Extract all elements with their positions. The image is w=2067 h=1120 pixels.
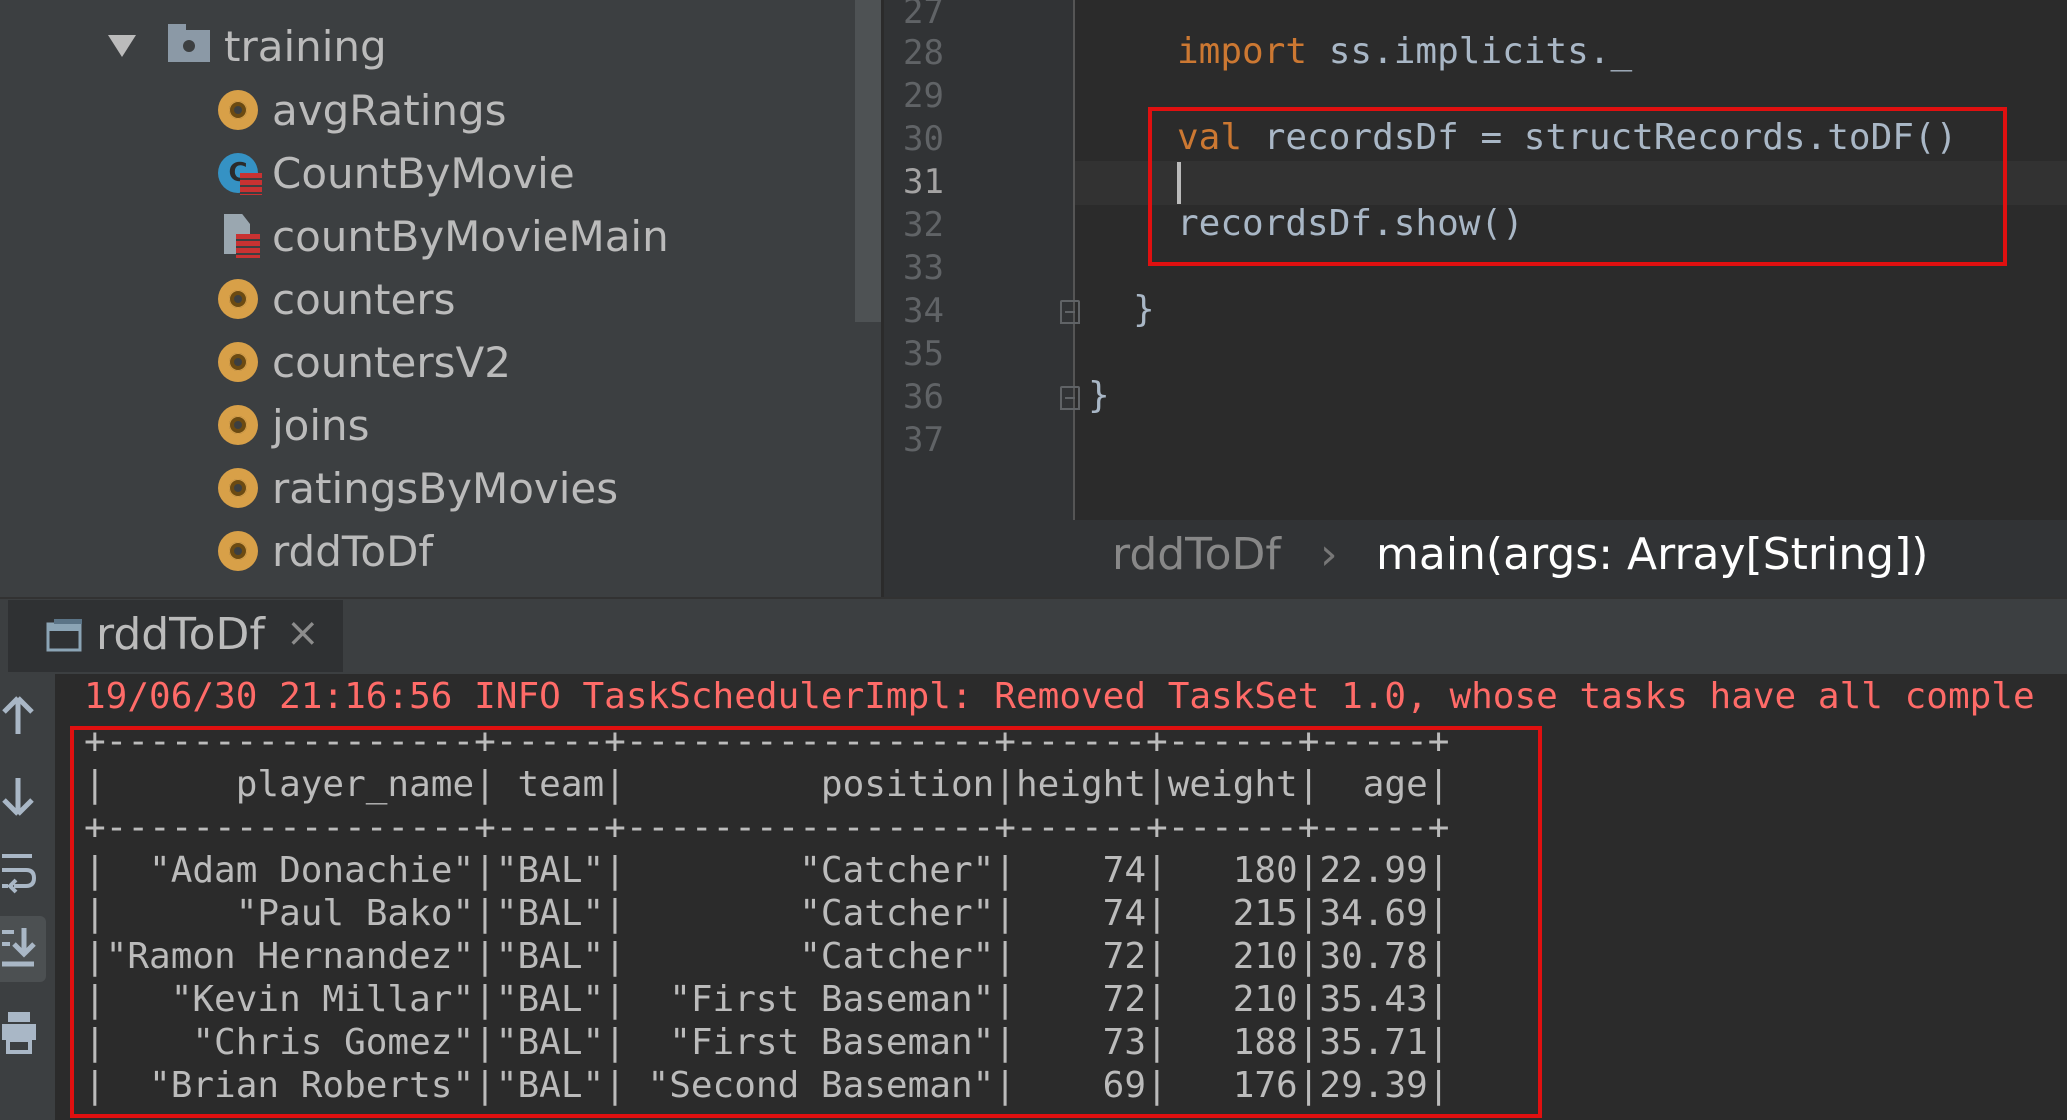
tree-item-label: joins [272, 400, 370, 450]
tree-item-label: avgRatings [272, 85, 507, 135]
up-arrow-icon[interactable] [0, 694, 36, 738]
scala-file-icon [218, 214, 260, 258]
run-toolbar [0, 674, 55, 1120]
tree-item-joins[interactable]: joins [218, 395, 370, 455]
tree-item-label: ratingsByMovies [272, 463, 619, 513]
line-number: 29 [903, 76, 944, 116]
breadcrumb-separator-icon: › [1320, 529, 1338, 580]
code-close-brace-outer: } [1088, 375, 1110, 416]
tree-item-rddtodf[interactable]: rddToDf [218, 521, 433, 581]
tree-item-counters[interactable]: counters [218, 269, 455, 329]
line-number: 35 [903, 334, 944, 374]
run-console-icon [46, 619, 82, 652]
print-icon[interactable] [0, 1010, 36, 1056]
scala-object-icon [218, 90, 258, 130]
scala-object-icon [218, 468, 258, 508]
highlight-box-console [70, 726, 1542, 1118]
line-number-current: 31 [903, 162, 944, 202]
tree-item-label: rddToDf [272, 526, 434, 576]
code-line-import: import ss.implicits._ [1177, 31, 1632, 72]
line-number: 27 [903, 0, 944, 32]
tree-item-avgratings[interactable]: avgRatings [218, 80, 507, 140]
scala-class-icon [218, 153, 262, 195]
run-tab-title: rddToDf [96, 609, 265, 660]
tree-item-countbymoviemain[interactable]: countByMovieMain [218, 206, 669, 266]
scroll-to-end-button[interactable] [0, 916, 46, 982]
highlight-box-code [1148, 107, 2007, 266]
breadcrumb-method[interactable]: main(args: Array[String]) [1376, 529, 1928, 580]
line-number: 33 [903, 248, 944, 288]
tree-folder-label: training [224, 21, 387, 71]
tree-scrollbar-thumb[interactable] [855, 0, 881, 322]
line-number: 37 [903, 420, 944, 460]
line-number: 34 [903, 291, 944, 331]
line-number: 30 [903, 119, 944, 159]
code-text: ss.implicits._ [1307, 31, 1633, 72]
run-tab[interactable]: rddToDf × [8, 600, 343, 672]
folder-icon [168, 24, 210, 62]
tree-item-countbymovie[interactable]: CountByMovie [218, 143, 575, 203]
down-arrow-icon[interactable] [0, 774, 36, 818]
scroll-to-end-icon [2, 928, 36, 967]
console-info-line: 19/06/30 21:16:56 INFO TaskSchedulerImpl… [84, 676, 2035, 717]
expand-arrow-icon[interactable] [108, 35, 136, 57]
breadcrumb-object[interactable]: rddToDf [1112, 529, 1281, 580]
scala-object-icon [218, 405, 258, 445]
close-tab-icon[interactable]: × [286, 610, 320, 656]
keyword-import: import [1177, 31, 1308, 72]
scala-object-icon [218, 531, 258, 571]
scala-object-icon [218, 342, 258, 382]
line-number: 36 [903, 377, 944, 417]
tree-item-ratingsbymovies[interactable]: ratingsByMovies [218, 458, 618, 518]
tree-folder-training[interactable]: training [108, 16, 387, 76]
tree-scrollbar[interactable] [855, 0, 881, 597]
tree-item-label: CountByMovie [272, 148, 575, 198]
line-number: 28 [903, 33, 944, 73]
code-close-brace-inner: } [1133, 289, 1155, 330]
tree-item-label: countersV2 [272, 337, 511, 387]
scala-object-icon [218, 279, 258, 319]
tree-item-label: countByMovieMain [272, 211, 669, 261]
tree-item-label: counters [272, 274, 456, 324]
project-tree-panel: training avgRatings CountByMovie countBy… [0, 0, 855, 597]
line-number: 32 [903, 205, 944, 245]
soft-wrap-icon[interactable] [0, 850, 36, 898]
tree-item-countersv2[interactable]: countersV2 [218, 332, 511, 392]
